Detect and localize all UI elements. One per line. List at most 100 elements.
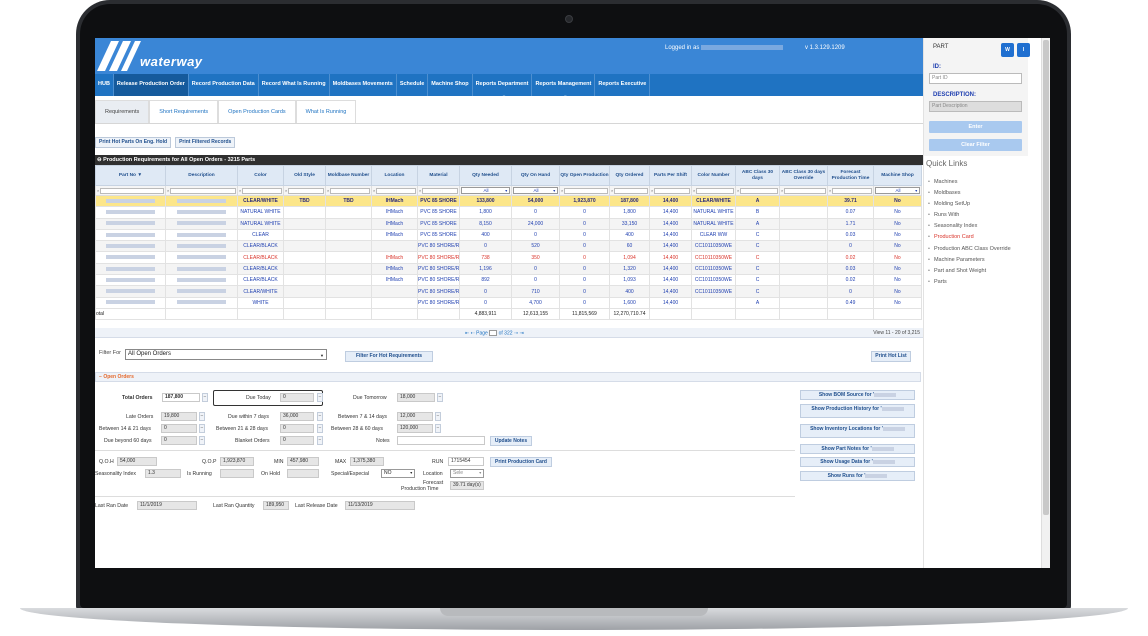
filter-input[interactable] [654, 187, 690, 194]
quick-link-parts[interactable]: Parts [926, 277, 1011, 288]
w-button[interactable]: W [1001, 43, 1014, 57]
table-row[interactable]: NATURAL WHITE IHMach PVC 85 SHORE 1,800 0 0 1,… [95, 206, 922, 219]
scroll-thumb[interactable] [1043, 40, 1049, 515]
filter-icon[interactable]: ⌕ [97, 188, 99, 193]
blanket-orders-toggle[interactable]: − [317, 436, 323, 445]
nav-item-reports-executive[interactable]: Reports Executive [595, 74, 651, 96]
show-button[interactable]: Show Runs for ' [800, 471, 915, 481]
nav-item-reports-management[interactable]: Reports Management ▼ [532, 74, 596, 99]
filter-icon[interactable]: ⌕ [651, 188, 653, 193]
show-button[interactable]: Show Usage Data for ' [800, 457, 915, 467]
column-header[interactable]: Material [417, 165, 460, 186]
due-today-toggle[interactable]: − [317, 393, 323, 402]
quick-link-production-abc-class-override[interactable]: Production ABC Class Override [926, 244, 1011, 255]
tab-short-requirements[interactable]: Short Requirements [149, 100, 219, 123]
i-button[interactable]: I [1017, 43, 1030, 57]
waterway-logo[interactable]: waterway [97, 41, 238, 71]
show-button[interactable]: Show Production History for ' [800, 404, 915, 418]
filter-hot-button[interactable]: Filter For Hot Requirements [345, 351, 433, 362]
column-header[interactable]: Part No ▼ [95, 165, 166, 186]
column-header[interactable]: Qty On Hand [511, 165, 560, 186]
nav-item-release-production-order[interactable]: Release Production Order [113, 74, 189, 96]
nav-item-hub[interactable]: HUB [95, 74, 114, 96]
tab-open-production-cards[interactable]: Open Production Cards [218, 100, 296, 123]
filter-input[interactable] [100, 187, 164, 194]
table-row[interactable]: CLEAR IHMach PVC 85 SHORE 400 0 0 400 14,400 CLE… [95, 228, 922, 242]
tab-what-is-running[interactable]: What Is Running [295, 100, 357, 123]
filter-input[interactable] [170, 187, 236, 194]
filter-icon[interactable]: ⌕ [737, 188, 739, 193]
filter-dropdown[interactable]: All Open Orders [125, 349, 327, 360]
nav-item-moldbases-movements[interactable]: Moldbases Movements [330, 74, 397, 96]
filter-icon[interactable]: ⌕ [561, 188, 563, 193]
column-header[interactable]: Qty Open Production [559, 165, 610, 186]
part-id-input[interactable]: Part ID [929, 73, 1022, 84]
page-controls[interactable]: ⇤ ⇠ Page of 322 ⇢ ⇥ [465, 330, 524, 336]
tab-requirements[interactable]: Requirements [95, 100, 150, 123]
column-header[interactable]: Qty Needed [459, 165, 512, 186]
nav-item-schedule[interactable]: Schedule [397, 74, 429, 96]
quick-link-machine-parameters[interactable]: Machine Parameters [926, 255, 1011, 266]
quick-link-part-and-shot-weight[interactable]: Part and Shot Weight [926, 266, 1011, 277]
filter-input[interactable] [696, 187, 734, 194]
quick-link-runs-with[interactable]: Runs With [926, 210, 1011, 221]
filter-input[interactable] [376, 187, 416, 194]
column-header[interactable]: Parts Per Shift [649, 165, 692, 186]
quick-link-molding-setup[interactable]: Molding SetUp [926, 199, 1011, 210]
column-header[interactable]: ABC Class 30 days [735, 165, 780, 186]
filter-select[interactable]: All [461, 187, 510, 194]
nav-item-machine-shop[interactable]: Machine Shop [428, 74, 473, 96]
show-button[interactable]: Show Part Notes for ' [800, 444, 915, 454]
filter-icon[interactable]: ⌕ [239, 188, 241, 193]
column-header[interactable]: Location [371, 165, 418, 186]
table-row[interactable]: WHITE PVC 80 SHORE/R 0 4,700 0 1,600 14,400 A 0.… [95, 296, 922, 309]
quick-link-moldbases[interactable]: Moldbases [926, 188, 1011, 199]
due-tomorrow-toggle[interactable]: − [437, 393, 443, 402]
filter-icon[interactable]: ⌕ [781, 188, 783, 193]
page-input[interactable] [489, 330, 498, 336]
filter-input[interactable] [242, 187, 282, 194]
column-header[interactable]: ABC Class 30 days Override [779, 165, 828, 186]
column-header[interactable]: Old Style [283, 165, 326, 186]
filter-input[interactable] [564, 187, 608, 194]
filter-select[interactable]: All [513, 187, 558, 194]
filter-input[interactable] [832, 187, 872, 194]
between-14-21-toggle[interactable]: − [199, 424, 205, 433]
show-button[interactable]: Show BOM Source for ' [800, 390, 915, 400]
table-row[interactable]: NATURAL WHITE IHMach PVC 85 SHORE 8,150 24,0… [95, 217, 922, 230]
nav-item-record-production-data[interactable]: Record Production Data [189, 74, 259, 96]
filter-input[interactable] [740, 187, 778, 194]
column-header[interactable]: Description [165, 165, 238, 186]
filter-input[interactable] [288, 187, 324, 194]
table-row[interactable]: CLEAR/BLACK IHMach PVC 80 SHORE/R 892 0 0 1,09… [95, 274, 922, 287]
quick-link-seasonality-index[interactable]: Seasonality Index [926, 221, 1011, 232]
enter-button[interactable]: Enter [929, 121, 1022, 133]
quick-link-production-card[interactable]: Production Card [926, 232, 1011, 243]
print-hot-parts-button[interactable]: Print Hot Parts On Eng. Hold [95, 137, 172, 148]
filter-input[interactable] [422, 187, 458, 194]
filter-icon[interactable]: ⌕ [693, 188, 695, 193]
between-28-60-toggle[interactable]: − [435, 424, 441, 433]
filter-input[interactable] [330, 187, 370, 194]
filter-input[interactable] [614, 187, 648, 194]
page-scrollbar[interactable] [1041, 38, 1050, 568]
special-select[interactable]: NO [381, 469, 415, 478]
table-row[interactable]: CLEAR/WHITE PVC 80 SHORE/R 0 710 0 400 14,400 C… [95, 285, 922, 298]
column-header[interactable]: Moldbase Number [325, 165, 372, 186]
filter-icon[interactable]: ⌕ [327, 188, 329, 193]
quick-link-machines[interactable]: Machines [926, 177, 1011, 188]
column-header[interactable]: Qty Ordered [609, 165, 650, 186]
notes-input[interactable] [397, 436, 485, 445]
show-button[interactable]: Show Inventory Locations for ' [800, 424, 915, 438]
print-hot-list-button[interactable]: Print Hot List [871, 351, 911, 362]
update-notes-button[interactable]: Update Notes [490, 436, 532, 446]
column-header[interactable]: Forecast Production Time [827, 165, 874, 186]
clear-filter-button[interactable]: Clear Filter [929, 139, 1022, 151]
print-production-card-button[interactable]: Print Production Card [490, 457, 552, 467]
table-row[interactable]: CLEAR/WHITE TBD TBD IHMach PVC 85 SHORE 133,8… [95, 194, 922, 208]
late-orders-toggle[interactable]: − [199, 412, 205, 421]
table-row[interactable]: CLEAR/BLACK IHMach PVC 80 SHORE/R 1,196 0 0 1,… [95, 262, 922, 276]
filter-icon[interactable]: ⌕ [167, 188, 169, 193]
column-header[interactable]: Machine Shop [873, 165, 922, 186]
filter-icon[interactable]: ⌕ [829, 188, 831, 193]
